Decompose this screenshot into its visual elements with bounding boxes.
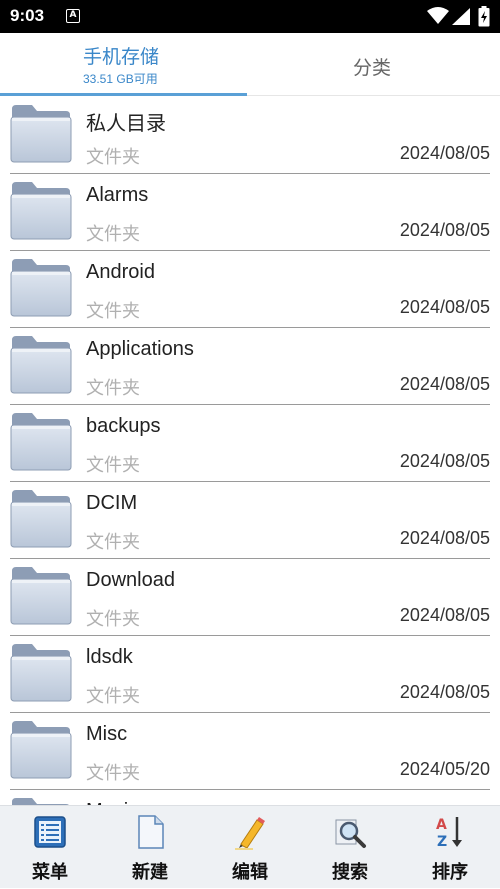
folder-icon: [12, 798, 69, 805]
file-type: 文件夹: [86, 763, 140, 784]
tab-category[interactable]: 分类: [247, 33, 500, 96]
file-date: 2024/05/20: [399, 759, 490, 779]
file-list[interactable]: 私人目录 文件夹 2024/08/05 Alarms 文件夹 2024/08/0…: [0, 97, 500, 805]
wifi-icon: [427, 7, 449, 24]
sort-az-icon: A Z: [436, 817, 462, 850]
file-date: 2024/08/05: [399, 605, 490, 625]
notification-icon: A: [66, 9, 80, 23]
file-type: 文件夹: [86, 455, 140, 476]
sort-button-label: 排序: [432, 862, 468, 883]
file-name: Misc: [86, 723, 128, 745]
storage-tabs: 手机存储 33.51 GB可用 分类: [0, 33, 500, 96]
file-name: Android: [86, 261, 155, 283]
folder-icon: [10, 336, 72, 394]
folder-icon: [10, 721, 72, 779]
search-button-label: 搜索: [332, 862, 368, 883]
svg-text:Z: Z: [437, 834, 447, 850]
edit-button[interactable]: 编辑: [200, 806, 300, 889]
file-type: 文件夹: [86, 301, 140, 322]
file-type: 文件夹: [86, 532, 140, 553]
file-date: 2024/08/05: [399, 143, 490, 163]
tab-category-title: 分类: [353, 57, 392, 79]
file-type: 文件夹: [86, 609, 140, 630]
file-type: 文件夹: [86, 224, 140, 245]
file-name: backups: [86, 415, 161, 437]
new-file-icon: [138, 815, 164, 849]
file-date: 2024/08/05: [399, 528, 490, 548]
file-name: Applications: [86, 338, 194, 360]
new-button-label: 新建: [132, 862, 168, 883]
file-name: DCIM: [86, 492, 138, 514]
active-tab-indicator: [0, 93, 247, 96]
status-bar: 9:03 A: [0, 0, 500, 33]
folder-icon: [10, 413, 72, 471]
pencil-icon: [235, 817, 265, 850]
status-time: 9:03: [10, 6, 45, 25]
file-date: 2024/08/05: [399, 374, 490, 394]
folder-icon: [10, 490, 72, 548]
file-row[interactable]: Misc 文件夹 2024/05/20: [0, 713, 500, 790]
file-name: 私人目录: [86, 113, 166, 135]
file-date: 2024/08/05: [399, 220, 490, 240]
file-row[interactable]: ldsdk 文件夹 2024/08/05: [0, 636, 500, 713]
list-menu-icon: [34, 816, 66, 848]
file-date: 2024/08/05: [399, 451, 490, 471]
svg-text:A: A: [436, 817, 447, 833]
search-icon: [335, 819, 366, 848]
file-row[interactable]: DCIM 文件夹 2024/08/05: [0, 482, 500, 559]
folder-icon: [10, 567, 72, 625]
folder-icon: [10, 259, 72, 317]
file-type: 文件夹: [86, 147, 140, 168]
file-row[interactable]: Movies: [0, 790, 500, 805]
file-type: 文件夹: [86, 686, 140, 707]
battery-charging-icon: [478, 6, 490, 27]
bottom-toolbar: 菜单 新建 编辑 搜索 A Z 排序: [0, 805, 500, 888]
file-date: 2024/08/05: [399, 682, 490, 702]
file-type: 文件夹: [86, 378, 140, 399]
file-name: ldsdk: [86, 646, 133, 668]
new-button[interactable]: 新建: [100, 806, 200, 889]
tab-phone-storage[interactable]: 手机存储 33.51 GB可用: [0, 33, 247, 96]
edit-button-label: 编辑: [232, 862, 268, 883]
file-row[interactable]: Applications 文件夹 2024/08/05: [0, 328, 500, 405]
file-row[interactable]: Download 文件夹 2024/08/05: [0, 559, 500, 636]
file-row[interactable]: 私人目录 文件夹 2024/08/05: [0, 97, 500, 174]
menu-button-label: 菜单: [32, 862, 68, 883]
file-name: Download: [86, 569, 175, 591]
file-date: 2024/08/05: [399, 297, 490, 317]
cell-signal-icon: [452, 8, 470, 25]
search-button[interactable]: 搜索: [300, 806, 400, 889]
file-row[interactable]: Alarms 文件夹 2024/08/05: [0, 174, 500, 251]
folder-icon: [10, 644, 72, 702]
folder-icon: [10, 182, 72, 240]
folder-icon: [10, 105, 72, 163]
sort-button[interactable]: A Z 排序: [400, 806, 500, 889]
tab-phone-storage-title: 手机存储: [83, 46, 160, 68]
file-row[interactable]: backups 文件夹 2024/08/05: [0, 405, 500, 482]
menu-button[interactable]: 菜单: [0, 806, 100, 889]
file-name: Alarms: [86, 184, 149, 206]
available-space-label: 33.51 GB可用: [83, 72, 158, 86]
file-row[interactable]: Android 文件夹 2024/08/05: [0, 251, 500, 328]
